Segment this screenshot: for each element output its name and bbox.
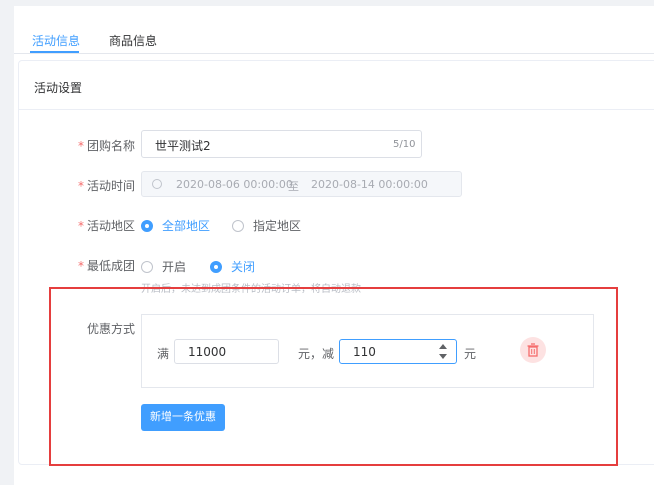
radio-dot	[210, 260, 222, 273]
time-label: * 活动时间	[78, 177, 135, 194]
radio-all-regions[interactable]: 全部地区	[141, 217, 210, 234]
time-label-text: 活动时间	[87, 179, 136, 193]
start-date: 2020-08-06 00:00:00	[176, 178, 293, 191]
radio-specific-regions-label: 指定地区	[253, 219, 302, 233]
date-range-picker[interactable]: 2020-08-06 00:00:00 至 2020-08-14 00:00:0…	[141, 171, 462, 197]
required-mark: *	[78, 139, 84, 153]
name-label: * 团购名称	[78, 137, 135, 154]
card-header: 活动设置	[19, 61, 654, 110]
char-counter: 5/10	[393, 139, 416, 150]
radio-dot	[141, 219, 153, 232]
required-mark: *	[78, 259, 84, 273]
card-title: 活动设置	[34, 81, 83, 95]
tab-activity-info[interactable]: 活动信息	[32, 32, 80, 49]
radio-enable[interactable]: 开启	[141, 258, 186, 275]
highlight-box	[49, 287, 618, 466]
min-group-label: * 最低成团	[78, 257, 135, 274]
tab-bar: 活动信息 商品信息	[14, 6, 654, 54]
region-label: * 活动地区	[78, 217, 135, 234]
date-separator: 至	[288, 180, 299, 193]
radio-dot	[141, 260, 153, 273]
radio-specific-regions[interactable]: 指定地区	[232, 217, 301, 234]
group-name-value: 世平测试2	[155, 139, 211, 153]
tab-product-info[interactable]: 商品信息	[109, 32, 157, 49]
name-label-text: 团购名称	[87, 139, 136, 153]
tab-active-indicator	[30, 51, 79, 53]
clock-icon	[152, 179, 162, 189]
required-mark: *	[78, 219, 84, 233]
radio-disable[interactable]: 关闭	[210, 258, 255, 275]
radio-dot	[232, 219, 244, 232]
radio-all-regions-label: 全部地区	[162, 219, 211, 233]
region-label-text: 活动地区	[87, 219, 136, 233]
min-group-label-text: 最低成团	[87, 259, 136, 273]
radio-disable-label: 关闭	[231, 260, 256, 274]
end-date: 2020-08-14 00:00:00	[311, 178, 428, 191]
group-name-input[interactable]: 世平测试2 5/10	[141, 130, 422, 158]
radio-enable-label: 开启	[162, 260, 187, 274]
required-mark: *	[78, 179, 84, 193]
